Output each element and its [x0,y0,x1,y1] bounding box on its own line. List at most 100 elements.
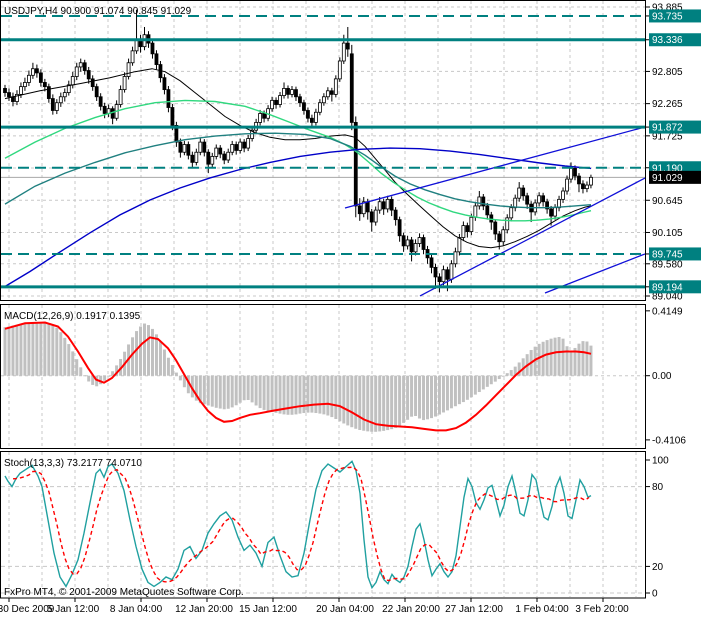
price-label: 92.265 [652,99,683,110]
candle-body [34,68,39,74]
candle-body [214,147,219,157]
macd-hist-bar [206,375,210,406]
macd-hist-bar [103,375,107,381]
macd-hist-bar [27,323,31,376]
candle-body [489,214,494,223]
macd-hist-bar [437,375,441,415]
candle-body [170,107,175,126]
macd-hist-bar [318,375,322,414]
candle-body [23,82,27,88]
macd-hist-bar [23,323,27,376]
time-label: 20 Jan 04:00 [316,604,374,615]
candle-body [429,257,434,268]
candle-body [110,108,115,119]
macd-hist-bar [290,375,294,415]
candle-body [130,50,135,64]
candle-body [369,211,374,223]
macd-hist-bar [545,340,549,376]
candle-body [182,144,187,153]
macd-hist-bar [406,375,410,420]
candle-body [122,76,127,91]
candle-body [477,196,482,207]
candle-body [3,88,7,93]
macd-hist-bar [402,375,406,423]
macd-hist-bar [358,375,362,430]
candle-body [385,198,390,210]
candle-body [238,141,243,151]
macd-hist-bar [493,375,497,382]
candle-body [333,78,338,95]
candle-body [517,187,522,199]
candle-body [274,99,278,105]
macd-hist-bar [418,375,422,419]
candle-body [198,141,203,153]
candle-body [270,99,274,110]
candle-body [513,197,518,209]
candle-body [262,113,266,119]
macd-hist-bar [262,375,266,410]
macd-hist-bar [174,372,178,376]
macd-hist-bar [346,375,350,426]
candle-body [585,184,589,190]
macd-hist-bar [473,375,477,395]
candle-body [325,90,330,98]
macd-hist-bar [67,344,71,376]
candle-body [581,183,585,190]
macd-hist-bar [254,375,258,406]
macd-hist-bar [178,375,182,381]
candle-body [445,269,450,280]
candle-body [569,167,573,180]
macd-hist-bar [477,375,481,393]
time-label: 22 Jan 20:00 [382,604,440,615]
candle-body [337,60,342,80]
macd-hist-bar [87,375,91,382]
macd-hist-bar [338,375,342,422]
macd-hist-bar [230,375,234,408]
stoch-scale-label: 100 [652,456,669,467]
macd-hist-bar [577,343,581,376]
macd-hist-bar [43,321,47,376]
macd-hist-bar [410,375,414,417]
macd-hist-bar [222,375,226,410]
price-level-label: 91.872 [652,123,683,134]
current-price-label: 91.029 [652,173,683,184]
macd-hist-bar [414,375,418,417]
candle-body [86,70,91,80]
candle-body [306,110,310,119]
macd-hist-bar [139,326,143,376]
candle-body [42,82,47,88]
candle-body [222,153,227,161]
candle-body [50,98,55,111]
macd-hist-bar [294,375,298,415]
macd-hist-bar [7,326,11,376]
time-label: 3 Feb 20:00 [575,604,629,615]
candle-body [290,89,294,95]
candle-body [27,74,31,83]
macd-hist-bar [589,345,593,376]
price-label: 92.805 [652,67,683,78]
macd-hist-bar [258,375,262,409]
macd-hist-bar [79,367,83,376]
price-label: 90.105 [652,228,683,239]
macd-hist-bar [75,359,79,376]
candle-body [118,89,123,105]
candle-body [377,201,382,211]
candle-body [441,269,446,283]
macd-hist-bar [298,375,302,414]
candle-body [509,207,514,219]
symbol-ohlc-header: USDJPY,H4 90.900 91.074 90.845 91.029 [4,6,192,17]
macd-hist-bar [465,375,469,400]
macd-hist-bar [390,375,394,430]
candle-body [310,117,314,123]
candle-body [74,66,79,77]
chart-surface[interactable]: 93.88592.80592.26591.72590.64590.10589.5… [0,0,703,617]
macd-hist-bar [326,375,330,416]
candle-body [537,195,542,204]
macd-hist-bar [445,375,449,411]
macd-hist-bar [3,327,7,376]
candle-body [525,195,530,205]
macd-hist-bar [581,341,585,376]
candle-body [38,72,43,83]
candle-body [389,198,394,211]
candle-body [341,42,346,62]
